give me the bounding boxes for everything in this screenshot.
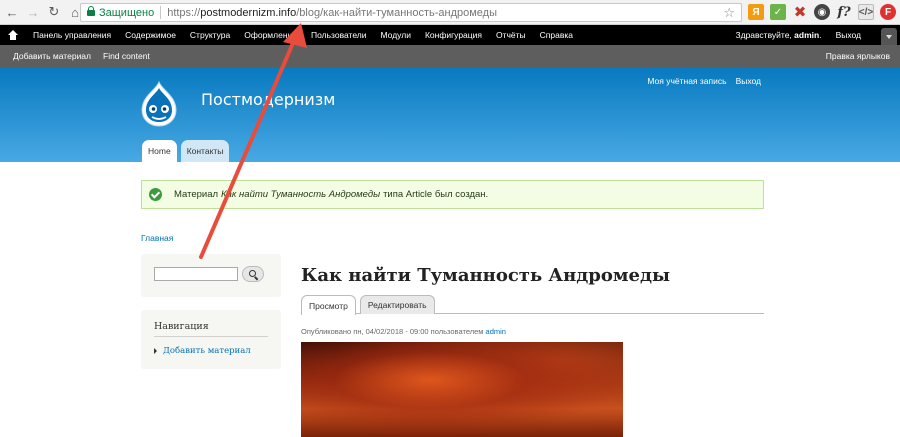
my-account-link[interactable]: Моя учётная запись	[647, 76, 726, 86]
drupal-logo[interactable]	[138, 80, 180, 128]
url-host: postmodernizm.info	[200, 6, 297, 19]
nav-link-add-content[interactable]: Добавить материал	[154, 346, 251, 356]
navigation-divider	[154, 336, 268, 337]
home-icon	[8, 30, 18, 40]
pocket-extension-icon[interactable]: ◉	[814, 4, 830, 20]
edit-shortcuts-link[interactable]: Правка ярлыков	[826, 51, 890, 61]
toolbar-item-help[interactable]: Справка	[533, 30, 580, 40]
message-suffix: типа Article был создан.	[383, 189, 489, 200]
toolbar-item-appearance[interactable]: Оформление	[237, 30, 304, 40]
ya-extension-icon[interactable]: Я	[748, 4, 764, 20]
url-scheme: https://	[167, 6, 201, 19]
submitted-info: Опубликовано пн, 04/02/2018 - 09:00 поль…	[301, 327, 506, 336]
author-link[interactable]: admin	[486, 327, 506, 336]
secondary-menu: Моя учётная запись Выход	[647, 76, 761, 86]
extension-icons: Я ✓ ✖ ◉ f? </> F	[748, 4, 896, 21]
toolbar-item-structure[interactable]: Структура	[183, 30, 237, 40]
logout-link[interactable]: Выход	[736, 76, 761, 86]
toolbar-item-modules[interactable]: Модули	[374, 30, 418, 40]
site-header: Постмодернизм Моя учётная запись Выход H…	[0, 67, 900, 162]
node-image	[301, 342, 623, 437]
search-input[interactable]	[154, 267, 238, 281]
tab-edit[interactable]: Редактировать	[359, 295, 435, 314]
navigation-title: Навигация	[154, 321, 209, 332]
red-extension-icon[interactable]: F	[880, 4, 896, 20]
message-node-title[interactable]: Как найти Туманность Андромеды	[221, 189, 380, 200]
back-icon[interactable]: ←	[3, 3, 21, 21]
navigation-block: Навигация Добавить материал	[141, 310, 281, 369]
lock-icon	[87, 5, 95, 17]
toolbar-logout[interactable]: Выход	[822, 30, 868, 40]
admin-toolbar: Панель управления Содержимое Структура О…	[0, 25, 900, 45]
shortcut-find-content[interactable]: Find content	[97, 51, 156, 61]
secure-label: Защищено	[99, 6, 155, 19]
green-extension-icon[interactable]: ✓	[770, 4, 786, 20]
greeting-prefix: Здравствуйте,	[735, 30, 795, 40]
status-message: Материал Как найти Туманность Андромеды …	[141, 180, 764, 209]
submitted-text: Опубликовано пн, 04/02/2018 - 09:00 поль…	[301, 327, 484, 336]
main-menu-home[interactable]: Home	[142, 140, 177, 162]
site-name[interactable]: Постмодернизм	[201, 90, 335, 109]
toolbar-item-dashboard[interactable]: Панель управления	[26, 30, 118, 40]
message-prefix: Материал	[174, 189, 219, 200]
toolbar-user: Здравствуйте, admin. Выход	[735, 25, 868, 45]
search-icon	[248, 269, 256, 277]
node-tabs: Просмотр Редактировать	[301, 295, 764, 315]
search-block	[141, 254, 281, 297]
toolbar-toggle-button[interactable]	[881, 28, 897, 45]
greeting: Здравствуйте, admin.	[735, 30, 822, 40]
close-extension-icon[interactable]: ✖	[792, 4, 808, 21]
formula-extension-icon[interactable]: f?	[836, 4, 852, 20]
url-path: /blog/как-найти-туманность-андромеды	[296, 6, 498, 19]
shortcuts-bar: Добавить материал Find content Правка яр…	[0, 45, 900, 67]
forward-icon[interactable]: →	[24, 3, 42, 21]
toolbar-item-configuration[interactable]: Конфигурация	[418, 30, 489, 40]
reload-icon[interactable]: ↻	[45, 3, 63, 21]
toolbar-item-content[interactable]: Содержимое	[118, 30, 183, 40]
main-menu: Home Контакты	[142, 140, 230, 162]
tab-view[interactable]: Просмотр	[301, 295, 356, 315]
greeting-user[interactable]: admin	[794, 30, 819, 40]
shortcut-add-content[interactable]: Добавить материал	[0, 51, 97, 61]
page-title: Как найти Туманность Андромеды	[301, 265, 670, 286]
toolbar-item-reports[interactable]: Отчёты	[489, 30, 533, 40]
toolbar-home[interactable]	[0, 30, 26, 40]
address-bar[interactable]: Защищено https:// postmodernizm.info /bl…	[80, 3, 742, 22]
main-menu-contacts[interactable]: Контакты	[180, 140, 230, 162]
code-extension-icon[interactable]: </>	[858, 4, 874, 20]
toolbar-item-people[interactable]: Пользователи	[304, 30, 373, 40]
bookmark-star-icon[interactable]: ☆	[723, 5, 735, 21]
breadcrumb[interactable]: Главная	[141, 233, 173, 243]
omnibox-divider	[160, 6, 162, 19]
search-button[interactable]	[242, 266, 264, 282]
browser-toolbar: ← → ↻ ⌂ Защищено https:// postmodernizm.…	[0, 0, 900, 25]
check-icon	[149, 188, 162, 201]
